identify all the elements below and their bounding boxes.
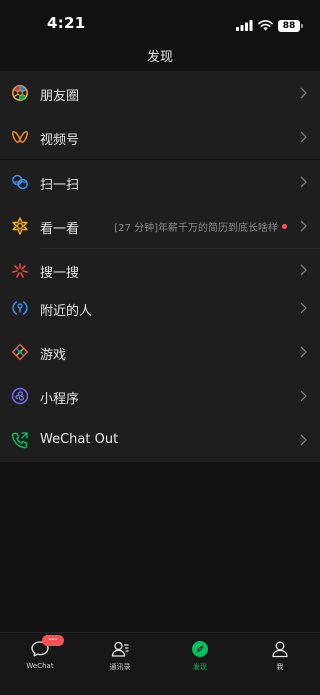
row-games[interactable]: 游戏 [0,330,320,374]
row-label: 附近的人 [40,304,93,319]
unread-badge: ··· [42,635,64,646]
group-channels: 视频号 [0,115,320,159]
discover-compass-icon [190,639,210,659]
contacts-icon [110,639,130,659]
group-moments: 朋友圈 [0,71,320,115]
tab-me[interactable]: 我 [240,633,320,695]
row-label: 视频号 [40,133,80,148]
row-wechat-out[interactable]: WeChat Out [0,418,320,462]
tab-label: 我 [276,663,284,671]
row-channels[interactable]: 视频号 [0,115,320,159]
cellular-signal-icon [236,16,253,35]
page-title: 发现 [146,50,173,65]
group-people-nearby: 附近的人 [0,286,320,330]
wechat-out-icon [11,431,29,449]
chevron-right-icon [300,346,307,358]
top-stories-icon [11,217,29,235]
wifi-icon [258,16,273,35]
top-stories-hint-text: [27 分钟]年薪千万的简历到底长啥样 [114,223,278,234]
tab-label: WeChat [26,662,54,670]
chevron-right-icon [300,264,307,276]
tab-bar: ··· WeChat 通讯录 发现 我 [0,632,320,695]
row-label: WeChat Out [40,432,119,447]
channels-icon [11,128,29,146]
discover-screen: 4:21 88 发现 朋友圈 视频号 扫一扫 看一看 [27 分钟]年薪千万的简… [0,0,320,695]
group-mini-programs: 小程序 [0,374,320,418]
chevron-right-icon [300,302,307,314]
people-nearby-icon [11,299,29,317]
mini-programs-icon [11,387,29,405]
row-label: 游戏 [40,348,67,363]
row-label: 朋友圈 [40,89,80,104]
chevron-right-icon [300,131,307,143]
games-icon [11,343,29,361]
search-icon [11,261,29,279]
row-moments[interactable]: 朋友圈 [0,71,320,115]
tab-contacts[interactable]: 通讯录 [80,633,160,695]
scan-icon [11,173,29,191]
group-games: 游戏 [0,330,320,374]
group-stories-search: 看一看 [27 分钟]年薪千万的简历到底长啥样 搜一搜 [0,204,320,292]
chevron-right-icon [300,176,307,188]
chevron-right-icon [300,390,307,402]
top-stories-hint: [27 分钟]年薪千万的简历到底长啥样 [114,219,287,234]
battery-indicator: 88 [278,19,303,32]
tab-chats[interactable]: ··· WeChat [0,633,80,695]
row-mini-programs[interactable]: 小程序 [0,374,320,418]
chevron-right-icon [300,87,307,99]
row-people-nearby[interactable]: 附近的人 [0,286,320,330]
row-label: 搜一搜 [40,266,80,281]
tab-discover[interactable]: 发现 [160,633,240,695]
row-label: 小程序 [40,392,80,407]
me-icon [270,639,290,659]
group-scan: 扫一扫 [0,160,320,204]
moments-icon [11,84,29,102]
status-time: 4:21 [47,14,86,32]
group-wechat-out: WeChat Out [0,418,320,462]
chevron-right-icon [300,434,307,446]
chevron-right-icon [300,220,307,232]
status-icons: 88 [236,16,303,35]
row-label: 扫一扫 [40,178,80,193]
row-label: 看一看 [40,222,80,237]
row-scan[interactable]: 扫一扫 [0,160,320,204]
unread-dot [282,224,287,229]
status-bar: 4:21 88 [0,0,320,44]
tab-label: 通讯录 [109,663,131,671]
row-top-stories[interactable]: 看一看 [27 分钟]年薪千万的简历到底长啥样 [0,204,320,248]
tab-label: 发现 [193,663,207,671]
